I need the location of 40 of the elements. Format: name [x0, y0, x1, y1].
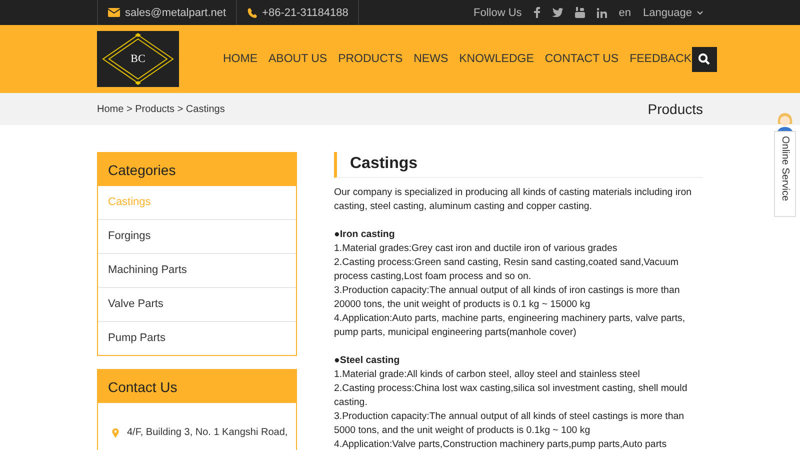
paragraph: 4.Application:Valve parts,Construction machinery parts,pump parts,Auto parts	[334, 438, 668, 450]
nav-link[interactable]: ABOUT US	[268, 53, 328, 65]
paragraph: Our company is specialized in producing all kinds of casting materials including iron casting, steel casting, aluminum casting and copper casting.	[334, 186, 693, 214]
subheading: ●Steel casting	[334, 354, 401, 368]
language-code: en	[618, 6, 632, 18]
subheading: ●Iron casting	[334, 228, 396, 242]
phone-icon	[247, 8, 258, 18]
breadcrumb: Home > Products > Castings	[97, 104, 225, 114]
email-address[interactable]: sales@metalpart.net	[125, 6, 226, 18]
caret-icon	[697, 10, 703, 14]
paragraph: 1.Material grades:Grey cast iron and ductile iron of various grades	[334, 242, 618, 256]
nav-link[interactable]: HOME	[223, 53, 258, 65]
nav-link[interactable]: FEEDBACK	[630, 53, 692, 65]
address-text: 4/F, Building 3, No. 1 Kangshi Road,	[127, 427, 288, 438]
location-pin-icon	[112, 428, 119, 438]
paragraph: 3.Production capacity:The annual output of all kinds of iron castings is more than 20000 tons, the unit weight of products is 0.1 kg ~ 15000 kg	[334, 284, 681, 312]
facebook-icon[interactable]	[534, 7, 540, 18]
email-icon	[108, 8, 120, 17]
paragraph: 3.Production capacity:The annual output of all kinds of steel castings is more than 5000 tons, and the unit weight of products is 0.1kg ~ 100 kg	[334, 410, 686, 438]
search-button[interactable]	[692, 46, 717, 72]
paragraph: 1.Material grade:All kinds of carbon steel, alloy steel and stainless steel	[334, 368, 641, 382]
nav-link[interactable]: CONTACT US	[544, 53, 619, 65]
language-dropdown[interactable]: Language	[643, 6, 703, 18]
nav-link[interactable]: KNOWLEDGE	[459, 53, 534, 65]
section-title: Products	[648, 101, 703, 117]
online-service-tab[interactable]: Online Service	[774, 131, 796, 217]
categories-title: Categories	[98, 153, 296, 186]
twitter-icon[interactable]	[552, 8, 563, 17]
logo[interactable]: BC	[97, 31, 179, 87]
paragraph: 4.Application:Auto parts, machine parts, engineering machinery parts, valve parts, pump parts, municipal engineering parts(manhole cover)	[334, 312, 686, 340]
search-icon	[698, 53, 710, 65]
page-title: Castings	[334, 152, 703, 178]
paragraph: 2.Casting process:Green sand casting, Resin sand casting,coated sand,Vacuum process casting,Lost foam process and so on.	[334, 256, 680, 284]
follow-label: Follow Us	[474, 6, 522, 18]
contact-title: Contact Us	[98, 370, 296, 403]
nav-link[interactable]: PRODUCTS	[338, 53, 403, 65]
paragraph: 2.Casting process:China lost wax casting,silica sol investment casting, shell mould casting.	[334, 382, 688, 410]
phone-number[interactable]: +86-21-31184188	[262, 6, 348, 18]
nav-link[interactable]: NEWS	[414, 53, 448, 65]
linkedin-icon[interactable]	[596, 8, 607, 18]
